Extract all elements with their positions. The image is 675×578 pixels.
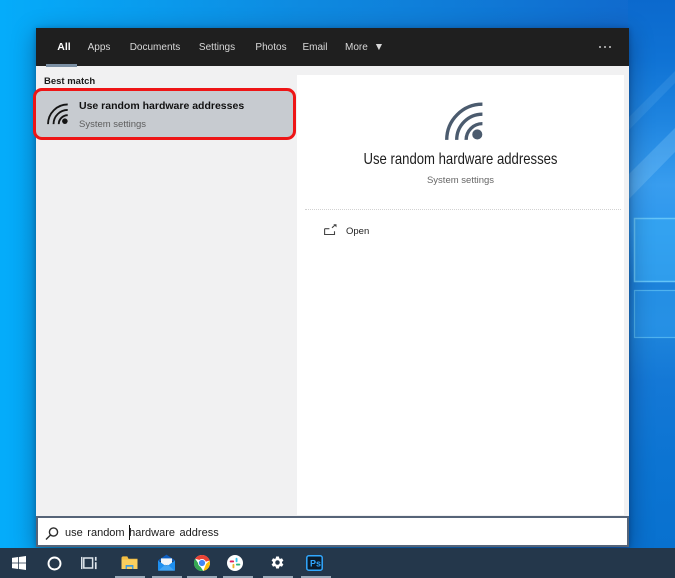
- svg-text:Ps: Ps: [310, 559, 321, 569]
